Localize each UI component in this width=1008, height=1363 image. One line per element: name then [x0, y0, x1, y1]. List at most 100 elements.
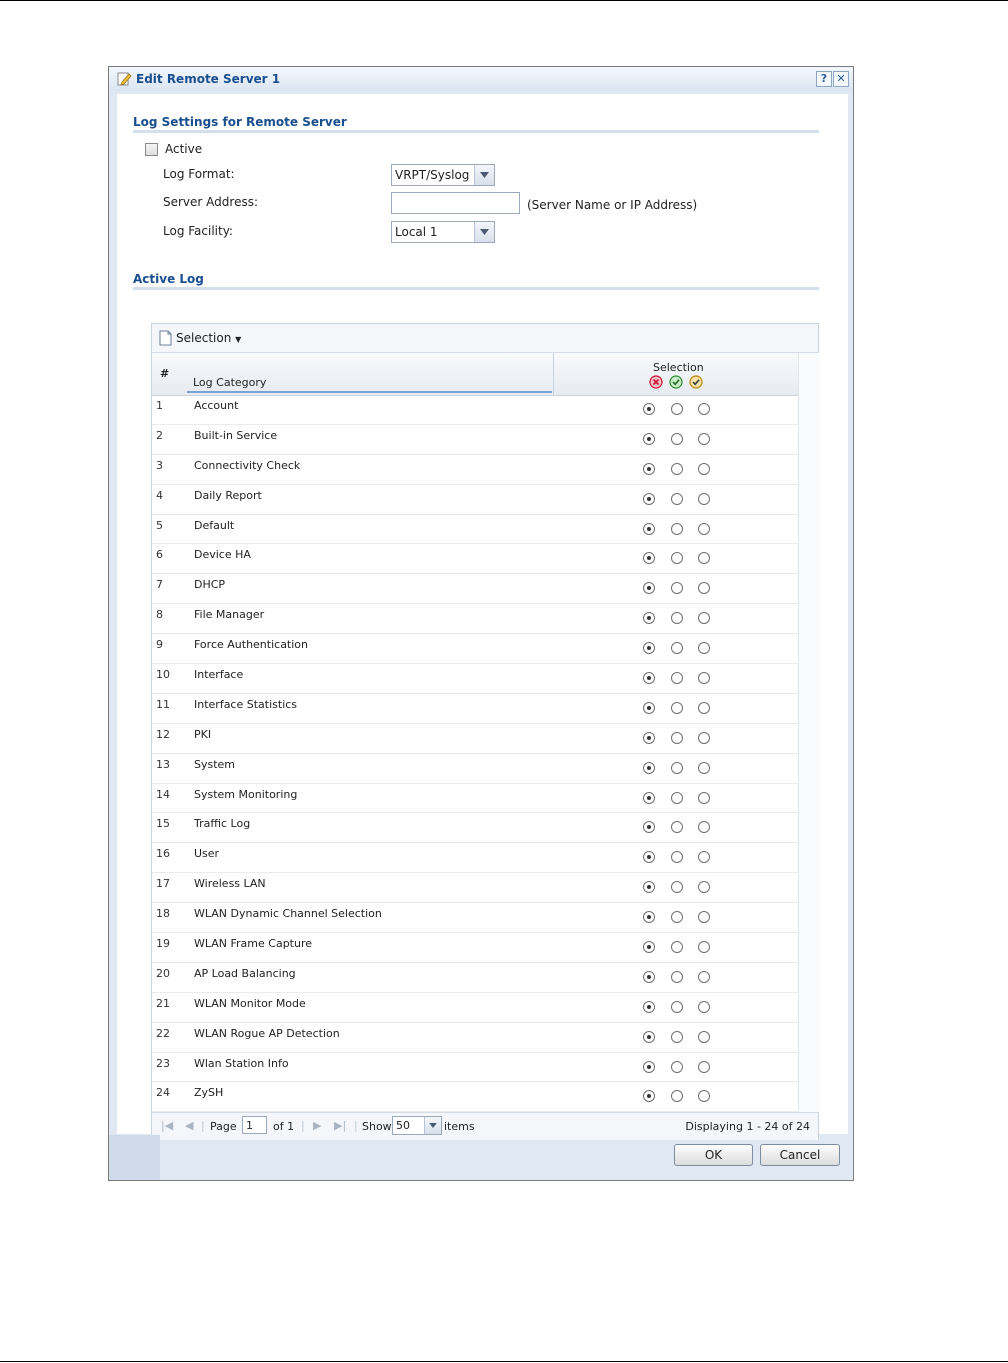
close-button[interactable]: ✕ — [833, 71, 849, 87]
radio-enable[interactable] — [671, 791, 683, 804]
radio-debug[interactable] — [698, 941, 710, 954]
server-address-label: Server Address: — [163, 195, 258, 209]
radio-enable[interactable] — [671, 582, 683, 595]
radio-enable[interactable] — [671, 1060, 683, 1073]
radio-enable[interactable] — [671, 492, 683, 505]
radio-disable[interactable] — [643, 1090, 655, 1103]
radio-disable[interactable] — [643, 1060, 655, 1073]
radio-debug[interactable] — [698, 970, 710, 983]
radio-enable[interactable] — [671, 462, 683, 475]
radio-enable[interactable] — [671, 821, 683, 834]
radio-enable[interactable] — [671, 612, 683, 625]
show-label: Show — [362, 1120, 392, 1133]
radio-disable[interactable] — [643, 672, 655, 685]
radio-disable[interactable] — [643, 911, 655, 924]
radio-debug[interactable] — [698, 791, 710, 804]
radio-debug[interactable] — [698, 1060, 710, 1073]
cancel-button[interactable]: Cancel — [760, 1144, 840, 1166]
active-label: Active — [165, 142, 203, 156]
radio-enable[interactable] — [671, 731, 683, 744]
ok-button[interactable]: OK — [674, 1144, 753, 1166]
page-size-select[interactable]: 50 — [392, 1116, 442, 1135]
radio-enable[interactable] — [671, 761, 683, 774]
radio-debug[interactable] — [698, 642, 710, 655]
radio-enable[interactable] — [671, 432, 683, 445]
dialog-title: Edit Remote Server 1 — [136, 72, 281, 86]
radio-enable[interactable] — [671, 881, 683, 894]
radio-debug[interactable] — [698, 403, 710, 415]
debug-all-icon[interactable] — [689, 375, 703, 389]
radio-disable[interactable] — [643, 582, 655, 595]
radio-enable[interactable] — [671, 1090, 683, 1103]
first-page-icon[interactable]: |◀ — [161, 1119, 173, 1132]
radio-debug[interactable] — [698, 1030, 710, 1043]
radio-disable[interactable] — [643, 612, 655, 625]
radio-disable[interactable] — [643, 970, 655, 983]
page-number-input[interactable]: 1 — [242, 1116, 267, 1134]
radio-enable[interactable] — [671, 701, 683, 714]
radio-debug[interactable] — [698, 492, 710, 505]
radio-debug[interactable] — [698, 462, 710, 475]
enable-all-icon[interactable] — [669, 375, 683, 389]
radio-disable[interactable] — [643, 731, 655, 744]
selection-menu-button[interactable]: Selection ▼ — [176, 331, 241, 345]
radio-debug[interactable] — [698, 1000, 710, 1013]
radio-enable[interactable] — [671, 642, 683, 655]
radio-disable[interactable] — [643, 432, 655, 445]
radio-disable[interactable] — [643, 821, 655, 834]
radio-enable[interactable] — [671, 522, 683, 535]
radio-disable[interactable] — [643, 881, 655, 894]
radio-disable[interactable] — [643, 791, 655, 804]
radio-debug[interactable] — [698, 821, 710, 834]
radio-disable[interactable] — [643, 552, 655, 565]
radio-disable[interactable] — [643, 1030, 655, 1043]
radio-debug[interactable] — [698, 522, 710, 535]
radio-enable[interactable] — [671, 552, 683, 565]
active-checkbox[interactable] — [145, 143, 158, 156]
radio-disable[interactable] — [643, 1000, 655, 1013]
radio-disable[interactable] — [643, 642, 655, 655]
radio-debug[interactable] — [698, 552, 710, 565]
radio-disable[interactable] — [643, 701, 655, 714]
server-address-input[interactable] — [391, 192, 520, 214]
radio-debug[interactable] — [698, 432, 710, 445]
radio-disable[interactable] — [643, 403, 655, 415]
log-facility-select[interactable]: Local 1 — [391, 221, 495, 243]
radio-disable[interactable] — [643, 492, 655, 505]
radio-enable[interactable] — [671, 911, 683, 924]
radio-enable[interactable] — [671, 1030, 683, 1043]
radio-disable[interactable] — [643, 941, 655, 954]
next-page-icon[interactable]: ▶ — [313, 1119, 321, 1132]
help-button[interactable]: ? — [816, 71, 832, 87]
log-format-select[interactable]: VRPT/Syslog — [391, 164, 495, 186]
radio-enable[interactable] — [671, 851, 683, 864]
radio-disable[interactable] — [643, 761, 655, 774]
radio-disable[interactable] — [643, 462, 655, 475]
disable-all-icon[interactable] — [649, 375, 663, 389]
radio-debug[interactable] — [698, 761, 710, 774]
radio-debug[interactable] — [698, 851, 710, 864]
chevron-down-icon — [474, 222, 494, 242]
radio-debug[interactable] — [698, 1090, 710, 1103]
radio-debug[interactable] — [698, 612, 710, 625]
row-number: 23 — [156, 1056, 170, 1070]
radio-enable[interactable] — [671, 970, 683, 983]
col-header-log-category[interactable]: Log Category — [193, 376, 266, 389]
radio-enable[interactable] — [671, 941, 683, 954]
radio-enable[interactable] — [671, 403, 683, 415]
radio-debug[interactable] — [698, 672, 710, 685]
radio-disable[interactable] — [643, 851, 655, 864]
prev-page-icon[interactable]: ◀ — [185, 1119, 193, 1132]
radio-enable[interactable] — [671, 1000, 683, 1013]
radio-debug[interactable] — [698, 582, 710, 595]
radio-debug[interactable] — [698, 701, 710, 714]
radio-enable[interactable] — [671, 672, 683, 685]
row-log-category: User — [194, 847, 220, 861]
radio-debug[interactable] — [698, 731, 710, 744]
table-scrollbar[interactable] — [798, 353, 819, 1112]
radio-debug[interactable] — [698, 911, 710, 924]
radio-debug[interactable] — [698, 881, 710, 894]
radio-disable[interactable] — [643, 522, 655, 535]
last-page-icon[interactable]: ▶| — [334, 1119, 346, 1132]
row-log-category: Connectivity Check — [194, 458, 301, 472]
